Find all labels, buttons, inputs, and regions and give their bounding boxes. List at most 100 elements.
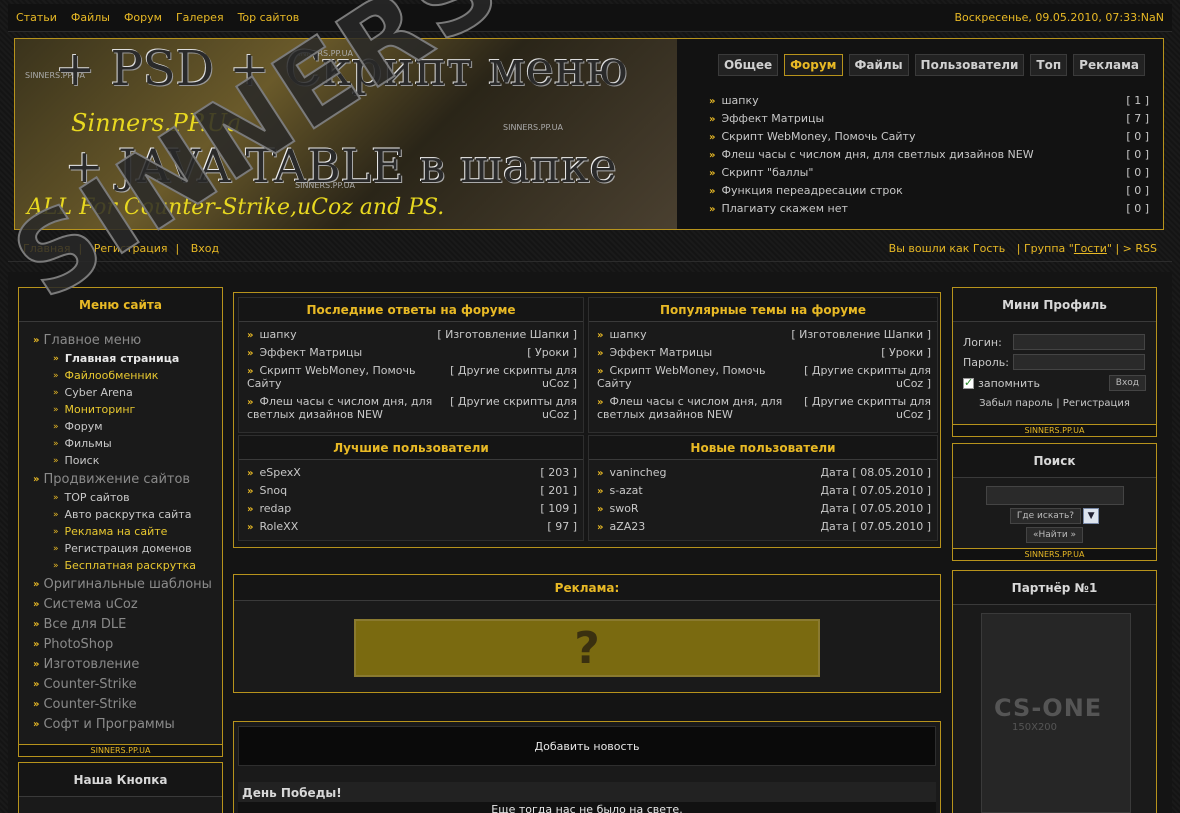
menu-item[interactable]: » Форум	[33, 418, 222, 435]
double-arrow-icon: »	[597, 468, 604, 479]
menu-section[interactable]: » Counter-Strike	[33, 694, 222, 714]
list-item[interactable]: » Snoq [ 201 ]	[239, 484, 583, 502]
menu-item[interactable]: » Реклама на сайте	[33, 523, 222, 540]
user-name[interactable]: Snoq	[259, 484, 287, 497]
tab-top[interactable]: Топ	[1030, 54, 1068, 76]
list-item[interactable]: » eSpexX [ 203 ]	[239, 466, 583, 484]
list-item[interactable]: » шапку [ Изготовление Шапки ]	[589, 328, 937, 346]
list-item[interactable]: » s-azat Дата [ 07.05.2010 ]	[589, 484, 937, 502]
top-link-files[interactable]: Файлы	[71, 11, 110, 24]
topic-category[interactable]: [ Другие скрипты для uCoz ]	[801, 395, 931, 421]
topic-category[interactable]: [ Изготовление Шапки ]	[437, 328, 577, 341]
menu-item[interactable]: » Поиск	[33, 452, 222, 469]
menu-item[interactable]: » Cyber Arena	[33, 384, 222, 401]
menu-section[interactable]: » Counter-Strike	[33, 674, 222, 694]
list-item[interactable]: » swoR Дата [ 07.05.2010 ]	[589, 502, 937, 520]
user-name[interactable]: s-azat	[609, 484, 642, 497]
menu-footer: SINNERS.PP.UA	[19, 744, 222, 756]
add-news-button[interactable]: Добавить новость	[238, 726, 936, 766]
list-item[interactable]: » vanincheg Дата [ 08.05.2010 ]	[589, 466, 937, 484]
search-button[interactable]: «Найти »	[1025, 527, 1084, 543]
nav-register[interactable]: Регистрация	[94, 242, 168, 255]
remember-checkbox[interactable]	[963, 376, 974, 389]
topic-category[interactable]: [ Изготовление Шапки ]	[791, 328, 931, 341]
list-item[interactable]: » Флеш часы с числом дня, для светлых диз…	[709, 145, 1149, 163]
group-link[interactable]: Гости	[1074, 242, 1107, 255]
menu-item[interactable]: » Мониторинг	[33, 401, 222, 418]
list-item[interactable]: » Эффект Матрицы [ Уроки ]	[239, 346, 583, 364]
tab-general[interactable]: Общее	[718, 54, 779, 76]
list-item[interactable]: » Скрипт WebMoney, Помочь Сайту [ 0 ]	[709, 127, 1149, 145]
forgot-password-link[interactable]: Забыл пароль	[979, 398, 1053, 409]
list-item[interactable]: » Скрипт WebMoney, Помочь Сайту [ Другие с…	[589, 364, 937, 395]
menu-section[interactable]: » Система uCoz	[33, 594, 222, 614]
topic-category[interactable]: [ Другие скрипты для uCoz ]	[447, 395, 577, 421]
menu-item[interactable]: » Авто раскрутка сайта	[33, 506, 222, 523]
nav-login[interactable]: Вход	[191, 242, 219, 255]
tab-users[interactable]: Пользователи	[914, 54, 1025, 76]
banner-line-2: Sinners.PP.Ua	[71, 109, 242, 137]
menu-section[interactable]: » PhotoShop	[33, 634, 222, 654]
rss-link[interactable]: | > RSS	[1115, 242, 1157, 255]
tab-ads[interactable]: Реклама	[1073, 54, 1146, 76]
banner-mark: SINNERS.PP.UA	[503, 123, 563, 132]
banner[interactable]: SINNERS.PP.UA SINNERS.PP.UA + PSD + Скри…	[15, 39, 677, 229]
list-item[interactable]: » Плагиату скажем нет [ 0 ]	[709, 199, 1149, 217]
search-scope-select[interactable]: Где искать?	[1009, 508, 1082, 524]
ad-banner[interactable]: ?	[354, 619, 820, 677]
topic-category[interactable]: [ Другие скрипты для uCoz ]	[801, 364, 931, 390]
topic-category[interactable]: [ Уроки ]	[527, 346, 577, 359]
user-name[interactable]: eSpexX	[259, 466, 300, 479]
list-item[interactable]: » Эффект Матрицы [ 7 ]	[709, 109, 1149, 127]
menu-section[interactable]: » Все для DLE	[33, 614, 222, 634]
list-item[interactable]: » Флеш часы с числом дня, для светлых диз…	[239, 395, 583, 426]
menu-section[interactable]: » Оригинальные шаблоны	[33, 574, 222, 594]
menu-item[interactable]: » Фильмы	[33, 435, 222, 452]
menu-item[interactable]: » TOP сайтов	[33, 489, 222, 506]
user-name[interactable]: RoleXX	[259, 520, 298, 533]
list-item[interactable]: » RoleXX [ 97 ]	[239, 520, 583, 538]
menu-item[interactable]: » Главная страница	[33, 350, 222, 367]
list-item[interactable]: » Скрипт "баллы" [ 0 ]	[709, 163, 1149, 181]
top-link-articles[interactable]: Статьи	[16, 11, 57, 24]
news-post-title[interactable]: День Победы!	[238, 782, 936, 802]
list-item[interactable]: » Скрипт WebMoney, Помочь Сайту [ Другие с…	[239, 364, 583, 395]
partner-banner[interactable]: CS-ONE 150X200	[981, 613, 1131, 813]
login-button[interactable]: Вход	[1108, 375, 1146, 391]
menu-section[interactable]: » Изготовление	[33, 654, 222, 674]
menu-item[interactable]: » Бесплатная раскрутка	[33, 557, 222, 574]
menu-section[interactable]: » Продвижение сайтов	[33, 469, 222, 489]
list-item[interactable]: » redap [ 109 ]	[239, 502, 583, 520]
double-arrow-icon: »	[247, 468, 254, 479]
user-name[interactable]: swoR	[609, 502, 638, 515]
arrow-icon: »	[53, 438, 59, 449]
topic-title: Функция переадресации строк	[721, 183, 903, 197]
topic-category[interactable]: [ Другие скрипты для uCoz ]	[447, 364, 577, 390]
user-name[interactable]: aZA23	[609, 520, 645, 533]
menu-section[interactable]: » Главное меню	[33, 330, 222, 350]
list-item[interactable]: » шапку [ Изготовление Шапки ]	[239, 328, 583, 346]
top-link-top-sites[interactable]: Top сайтов	[238, 11, 300, 24]
list-item[interactable]: » aZA23 Дата [ 07.05.2010 ]	[589, 520, 937, 538]
chevron-down-icon[interactable]: ▼	[1083, 508, 1100, 524]
menu-section[interactable]: » Софт и Программы	[33, 714, 222, 734]
register-link[interactable]: Регистрация	[1063, 398, 1130, 409]
user-name[interactable]: vanincheg	[609, 466, 666, 479]
tab-files[interactable]: Файлы	[848, 54, 909, 76]
search-input[interactable]	[985, 486, 1124, 505]
list-item[interactable]: » шапку [ 1 ]	[709, 91, 1149, 109]
list-item[interactable]: » Эффект Матрицы [ Уроки ]	[589, 346, 937, 364]
tab-forum[interactable]: Форум	[784, 54, 843, 76]
top-link-gallery[interactable]: Галерея	[176, 11, 224, 24]
menu-item[interactable]: » Регистрация доменов	[33, 540, 222, 557]
topic-category[interactable]: [ Уроки ]	[881, 346, 931, 359]
top-link-forum[interactable]: Форум	[124, 11, 162, 24]
list-item[interactable]: » Флеш часы с числом дня, для светлых диз…	[589, 395, 937, 426]
user-name[interactable]: redap	[259, 502, 291, 515]
nav-home[interactable]: Главная	[23, 242, 71, 255]
login-input[interactable]	[1013, 334, 1145, 350]
menu-item[interactable]: » Файлообменник	[33, 367, 222, 384]
list-item[interactable]: » Функция переадресации строк [ 0 ]	[709, 181, 1149, 199]
topic-title: шапку	[721, 93, 759, 107]
password-input[interactable]	[1013, 354, 1145, 370]
